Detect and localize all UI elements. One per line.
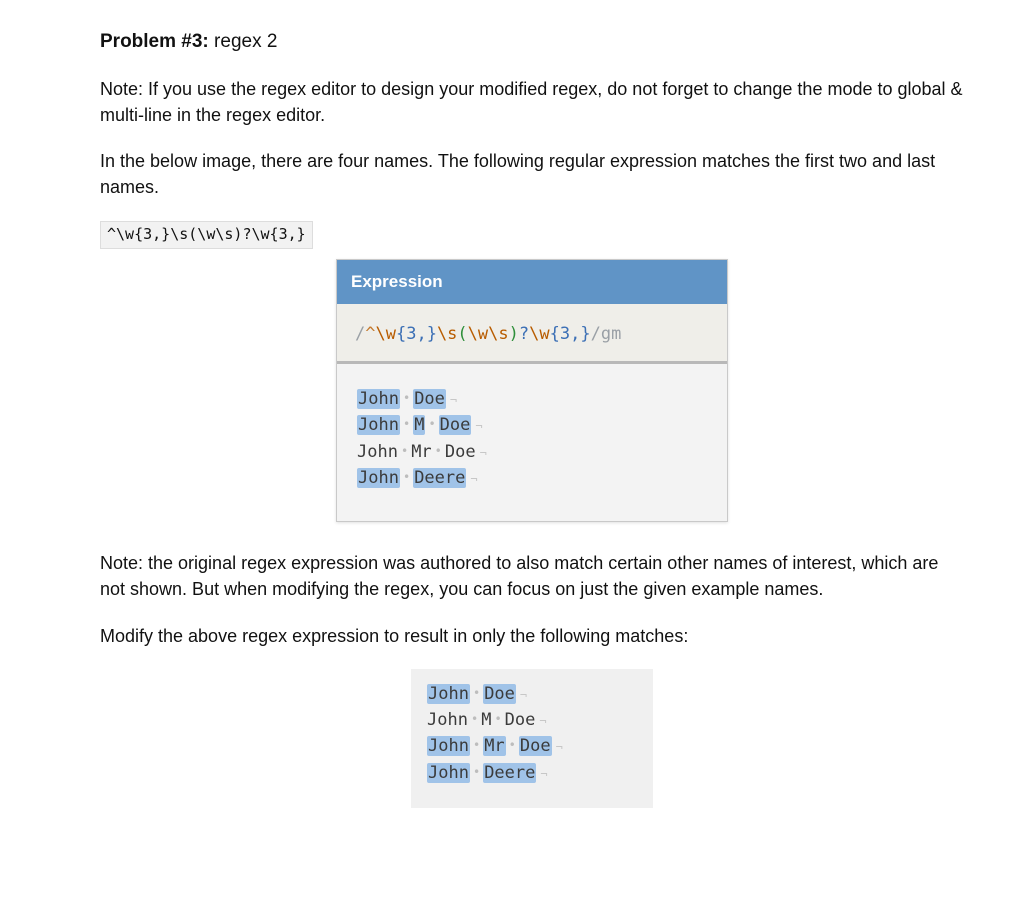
space-dot-icon: • — [468, 712, 481, 726]
regex-escape-s1: \s — [437, 324, 457, 344]
plain-text: John — [427, 710, 468, 730]
regex-quant-2: {3,} — [550, 324, 591, 344]
regex-editor-panel: Expression /^\w{3,}\s(\w\s)?\w{3,}/gm Jo… — [336, 259, 728, 523]
regex-inline-text: ^\w{3,}\s(\w\s)?\w{3,} — [100, 221, 313, 249]
match-text: John — [357, 389, 400, 409]
space-dot-icon: • — [432, 444, 445, 458]
match2-row-2: John•M•Doe¬ — [427, 707, 637, 733]
space-dot-icon: • — [425, 417, 438, 431]
match-text: Doe — [413, 389, 446, 409]
match-text: Deere — [483, 763, 536, 783]
space-dot-icon: • — [398, 444, 411, 458]
intro-paragraph: In the below image, there are four names… — [100, 148, 964, 200]
regex-escape-s2: \s — [488, 324, 508, 344]
space-dot-icon: • — [400, 391, 413, 405]
heading-bold: Problem #3: — [100, 31, 209, 52]
return-icon: ¬ — [535, 714, 546, 728]
return-icon: ¬ — [471, 419, 482, 433]
regex-match-area-2: John•Doe¬ John•M•Doe¬ John•Mr•Doe¬ John•… — [411, 669, 653, 808]
match-text: John — [427, 736, 470, 756]
return-icon: ¬ — [466, 472, 477, 486]
regex-match-area-1: John•Doe¬ John•M•Doe¬ John•Mr•Doe¬ John•… — [337, 364, 727, 521]
regex-panel-header: Expression — [337, 260, 727, 305]
match-text: John — [427, 684, 470, 704]
plain-text: M — [481, 710, 491, 730]
plain-text: Doe — [445, 442, 476, 462]
regex-inline-code: ^\w{3,}\s(\w\s)?\w{3,} — [100, 220, 964, 249]
match2-row-1: John•Doe¬ — [427, 681, 637, 707]
plain-text: Doe — [505, 710, 536, 730]
regex-escape-w2: \w — [468, 324, 488, 344]
space-dot-icon: • — [400, 470, 413, 484]
regex-expression-body: /^\w{3,}\s(\w\s)?\w{3,}/gm — [337, 304, 727, 364]
regex-flags: gm — [601, 324, 621, 344]
regex-escape-w3: \w — [529, 324, 549, 344]
return-icon: ¬ — [476, 446, 487, 460]
match-row-4: John•Deere¬ — [357, 465, 707, 491]
regex-escape-w1: \w — [376, 324, 396, 344]
return-icon: ¬ — [516, 688, 527, 702]
problem-heading: Problem #3: regex 2 — [100, 28, 964, 56]
regex-group-close: ) — [509, 324, 519, 344]
note-paragraph-1: Note: If you use the regex editor to des… — [100, 76, 964, 128]
space-dot-icon: • — [470, 765, 483, 779]
match-text: John — [427, 763, 470, 783]
match-text: Deere — [413, 468, 466, 488]
note-paragraph-2: Note: the original regex expression was … — [100, 550, 964, 602]
match2-row-3: John•Mr•Doe¬ — [427, 733, 637, 759]
space-dot-icon: • — [506, 738, 519, 752]
instruction-paragraph: Modify the above regex expression to res… — [100, 623, 964, 649]
heading-rest: regex 2 — [209, 31, 278, 52]
regex-group-open: ( — [457, 324, 467, 344]
match-text: Doe — [439, 415, 472, 435]
match-text: Doe — [483, 684, 516, 704]
space-dot-icon: • — [470, 738, 483, 752]
match-row-2: John•M•Doe¬ — [357, 412, 707, 438]
space-dot-icon: • — [400, 417, 413, 431]
regex-open-slash: / — [355, 324, 365, 344]
match-text: Mr — [483, 736, 505, 756]
plain-text: John — [357, 442, 398, 462]
space-dot-icon: • — [470, 686, 483, 700]
return-icon: ¬ — [446, 393, 457, 407]
regex-optional: ? — [519, 324, 529, 344]
match-text: M — [413, 415, 425, 435]
regex-quant-1: {3,} — [396, 324, 437, 344]
match2-row-4: John•Deere¬ — [427, 760, 637, 786]
return-icon: ¬ — [552, 740, 563, 754]
match-text: John — [357, 415, 400, 435]
match-text: Doe — [519, 736, 552, 756]
match-row-1: John•Doe¬ — [357, 386, 707, 412]
match-text: John — [357, 468, 400, 488]
space-dot-icon: • — [491, 712, 504, 726]
plain-text: Mr — [411, 442, 431, 462]
match-row-3: John•Mr•Doe¬ — [357, 439, 707, 465]
return-icon: ¬ — [536, 767, 547, 781]
regex-close-slash: / — [591, 324, 601, 344]
regex-caret: ^ — [365, 324, 375, 344]
